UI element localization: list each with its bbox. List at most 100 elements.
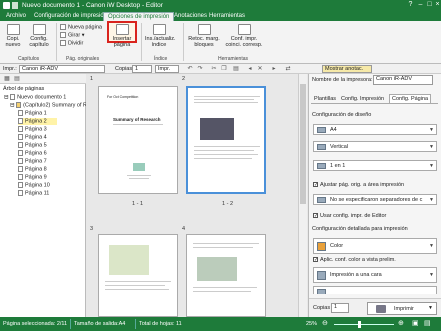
zoom-in-icon[interactable]: ⊕ [398, 319, 404, 327]
insertar-indice-button[interactable]: Ins./actualiz. índice [145, 24, 176, 48]
cut-icon[interactable]: ✂ [210, 65, 218, 73]
tree-page-item[interactable]: Página 4 [18, 134, 47, 141]
tree-page-item[interactable]: Página 1 [18, 110, 47, 117]
tree-page-item[interactable]: Página 3 [18, 126, 47, 133]
tree-page-item[interactable]: Página 11 [18, 190, 49, 197]
copy-small-icon[interactable]: ❐ [220, 65, 228, 73]
text-line [193, 287, 257, 288]
page-thumbnail-2[interactable] [186, 86, 266, 194]
quick-save-icon[interactable] [12, 2, 18, 9]
usar-config-checkbox[interactable]: ✓ Usar config. impr. de Editor [313, 213, 386, 219]
separadores-select[interactable]: No se especificaron separadores de c ▼ [313, 194, 437, 205]
expand-icon[interactable]: ▦ [3, 75, 11, 83]
insertar-pagina-button[interactable]: Insertar página [107, 21, 137, 48]
tree-page-item[interactable]: Página 8 [18, 166, 47, 173]
config-capitulo-button[interactable]: Config. capítulo [26, 24, 52, 48]
tree-page-item[interactable]: Página 9 [18, 174, 47, 181]
printer-name-select[interactable]: Canon iR-ADV [373, 75, 433, 85]
title-bar: Nuevo documento 1 - Canon iW Desktop - E… [0, 0, 441, 11]
page-icon [18, 190, 23, 196]
girar-label: Girar [68, 32, 81, 39]
aplic-color-checkbox[interactable]: ✓ Aplic. conf. color a vista prelim. [313, 257, 396, 263]
color-icon [317, 242, 326, 251]
dividir-label: Dividir [68, 40, 84, 47]
imprimir-button[interactable]: Imprimir ▼ [367, 302, 437, 315]
tab-archivo[interactable]: Archivo [2, 12, 30, 21]
tree-root[interactable]: ⊟ Nuevo documento 1 [4, 94, 66, 101]
orientation-icon [317, 144, 326, 150]
paste-icon[interactable]: ▤ [232, 65, 240, 73]
tab-config-pagina[interactable]: Config. Página [389, 94, 432, 103]
printer-select[interactable]: Canon iR-ADV [19, 65, 105, 73]
vertical-scrollbar[interactable] [298, 74, 307, 317]
tree-toolbar: ▦ ▤ [0, 74, 86, 84]
text-line [193, 291, 251, 292]
chevron-down-icon: ▼ [429, 272, 434, 278]
page-thumbnail-4[interactable] [186, 234, 266, 317]
tab-config-impresion[interactable]: Configuración de impresión [30, 12, 111, 21]
tree-page-item[interactable]: Página 10 [18, 182, 50, 189]
insertar-pagina-label: Insertar página [112, 36, 132, 48]
tree-chapter[interactable]: ⊟ (Capítulo2) Summary of R [10, 102, 87, 109]
tree-page-label: Página 1 [25, 110, 47, 117]
copies-input[interactable]: 1 [132, 65, 152, 73]
ajustar-checkbox[interactable]: ✓ Ajustar pág. orig. a área impresión [313, 182, 404, 188]
fit-page-icon[interactable]: ▣ [412, 319, 419, 327]
copies-input-right[interactable]: 1 [331, 303, 349, 313]
index-icon [152, 24, 166, 35]
tab-herramientas[interactable]: Herramientas [205, 12, 249, 21]
minimize-button[interactable]: – [416, 1, 425, 9]
ribbon-separator [56, 23, 57, 61]
dividir-button[interactable]: Dividir [60, 40, 83, 47]
text-line [194, 96, 260, 97]
girar-button[interactable]: Girar ▾ [60, 32, 85, 39]
tree-page-item[interactable]: Página 2 [18, 118, 57, 126]
help-icon[interactable]: ? [406, 1, 415, 9]
arrow-left-icon[interactable]: ◂ [246, 65, 254, 73]
more-select[interactable] [313, 286, 437, 294]
page-thumbnail-1[interactable]: For Oct Competition Summary of Research [98, 86, 178, 194]
paper-size-select[interactable]: A4 ▼ [313, 124, 437, 135]
move-icon[interactable]: ⇄ [284, 65, 292, 73]
text-line [194, 146, 260, 147]
config-capitulo-label: Config. capítulo [29, 36, 49, 48]
impr-button[interactable]: Impr. [155, 65, 179, 73]
layout-select[interactable]: 1 en 1 ▼ [313, 160, 437, 171]
delete-icon[interactable]: ✕ [256, 65, 264, 73]
duplex-select[interactable]: Impresión a una cara ▼ [313, 267, 437, 283]
nueva-pagina-button[interactable]: Nueva página [60, 24, 102, 31]
zoom-slider-handle[interactable] [358, 321, 361, 328]
conf-impr-button[interactable]: Conf. impr. coinci. corresp. [224, 24, 264, 48]
page-number: 4 [182, 226, 186, 232]
tab-plantillas[interactable]: Plantillas [314, 96, 336, 102]
undo-icon[interactable]: ↶ [186, 65, 194, 73]
scrollbar-thumb[interactable] [300, 84, 306, 204]
tree-page-label: Página 6 [25, 150, 47, 157]
tree-page-item[interactable]: Página 5 [18, 142, 47, 149]
page-thumbnail-3[interactable] [98, 234, 178, 317]
fit-width-icon[interactable]: ▤ [424, 319, 431, 327]
zoom-out-icon[interactable]: ⊖ [322, 319, 328, 327]
retoc-marg-button[interactable]: Retoc. marg. bloques [186, 24, 222, 48]
printer-name-label: Nombre de la impresora: [312, 77, 373, 83]
text-line [193, 243, 259, 244]
collapse-icon[interactable]: ▤ [13, 75, 21, 83]
orientation-select[interactable]: Vertical ▼ [313, 141, 437, 152]
copiar-nuevo-button[interactable]: Copi. nuevo [2, 24, 24, 48]
tab-opciones-impresion[interactable]: Opciones de impresión [103, 12, 175, 21]
page-icon [18, 118, 23, 124]
tree-page-item[interactable]: Página 7 [18, 158, 47, 165]
checkbox-checked-icon: ✓ [313, 213, 319, 220]
arrow-right-icon[interactable]: ▸ [270, 65, 278, 73]
paper-icon [317, 127, 326, 133]
mostrar-anotac-button[interactable]: Mostrar anotac. [322, 65, 372, 73]
color-select[interactable]: Color ▼ [313, 238, 437, 254]
close-button[interactable]: × [433, 1, 441, 9]
orientation-value: Vertical [330, 144, 349, 150]
zoom-slider[interactable] [334, 321, 394, 328]
redo-icon[interactable]: ↷ [196, 65, 204, 73]
tab-config-impresion-right[interactable]: Config. Impresión [341, 96, 384, 102]
tree-page-item[interactable]: Página 6 [18, 150, 47, 157]
app-icon [3, 2, 10, 9]
printer-label: Impr.: [3, 66, 17, 72]
